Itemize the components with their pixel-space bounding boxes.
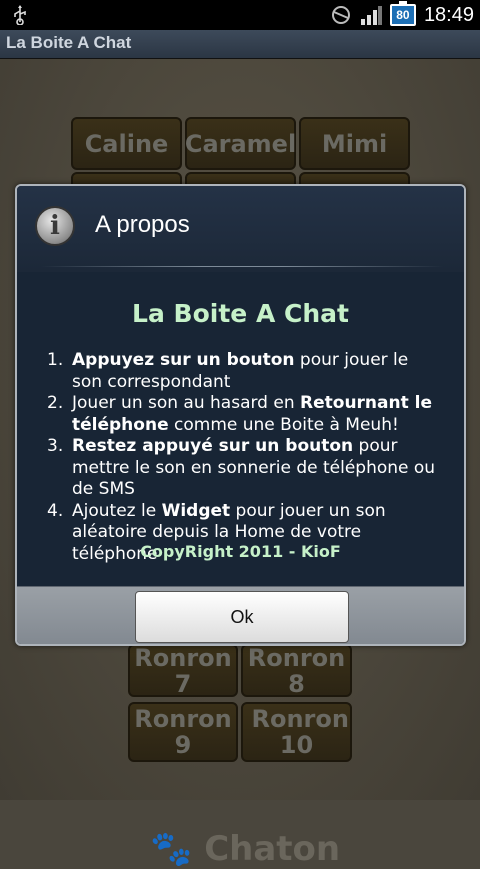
step-bold-text: Appuyez sur un bouton [72,350,295,370]
sound-button-label: Caline [84,129,169,158]
sound-button-label: Ronron 7 [134,643,232,698]
sync-icon [331,6,350,24]
list-number: 4. [47,500,64,521]
sound-button[interactable]: Ronron 7 [128,644,238,697]
list-item: 3. Restez appuyé sur un bouton pour mettr… [47,436,442,501]
step-bold-text: Restez appuyé sur un bouton [72,436,354,456]
sound-button[interactable]: Caramel [185,117,296,170]
list-number: 1. [47,350,64,370]
app-title-bar: La Boite A Chat [0,30,480,59]
section-title: 🐾 Chaton [150,829,340,869]
info-icon: i [35,206,75,246]
list-number: 2. [47,393,64,413]
sound-button[interactable]: Caline [71,117,182,170]
dialog-header: i A propos [17,186,464,272]
sound-button-label: Caramel [184,129,297,158]
instructions-list: 1. Appuyez sur un bouton pour jouer le so… [47,350,442,565]
dialog-footer: Ok [17,586,464,644]
sound-button[interactable]: Ronron 10 [241,702,352,762]
section-title-text: Chaton [204,829,341,869]
step-text: Jouer un son au hasard en [72,393,301,413]
sound-button[interactable]: Mimi [299,117,410,170]
status-bar: 80 18:49 [0,0,480,30]
sound-button-label: Mimi [321,129,388,158]
copyright-text: CopyRight 2011 - KioF [140,542,341,561]
list-item: 2. Jouer un son au hasard en Retournant l… [47,393,442,436]
step-text: comme une Boite à Meuh! [168,414,399,435]
battery-level: 80 [396,8,410,22]
list-number: 3. [47,436,64,456]
usb-icon [14,5,26,25]
signal-icon [360,6,382,25]
sound-button-label: Ronron 8 [247,643,346,698]
dialog-title: A propos [95,211,190,238]
sound-button[interactable]: Ronron 9 [128,702,238,762]
list-item: 1. Appuyez sur un bouton pour jouer le so… [47,350,442,393]
sound-button-label: Ronron 10 [251,705,349,759]
about-dialog: i A propos La Boite A Chat 1. Appuyez sur… [15,184,466,646]
sound-button-label: Ronron 9 [134,705,232,759]
ok-button-label: Ok [230,606,254,627]
sound-button[interactable]: Ronron 8 [241,644,352,697]
clock: 18:49 [423,3,474,26]
dialog-body-title: La Boite A Chat [132,299,349,328]
step-text: Ajoutez le [72,500,162,521]
battery-icon: 80 [389,1,416,26]
header-divider [41,266,443,267]
ok-button[interactable]: Ok [135,591,349,643]
dialog-body: La Boite A Chat 1. Appuyez sur un bouton … [17,272,464,586]
step-bold-text: Widget [161,500,231,521]
app-title: La Boite A Chat [6,33,132,52]
paw-icon: 🐾 [150,829,193,869]
